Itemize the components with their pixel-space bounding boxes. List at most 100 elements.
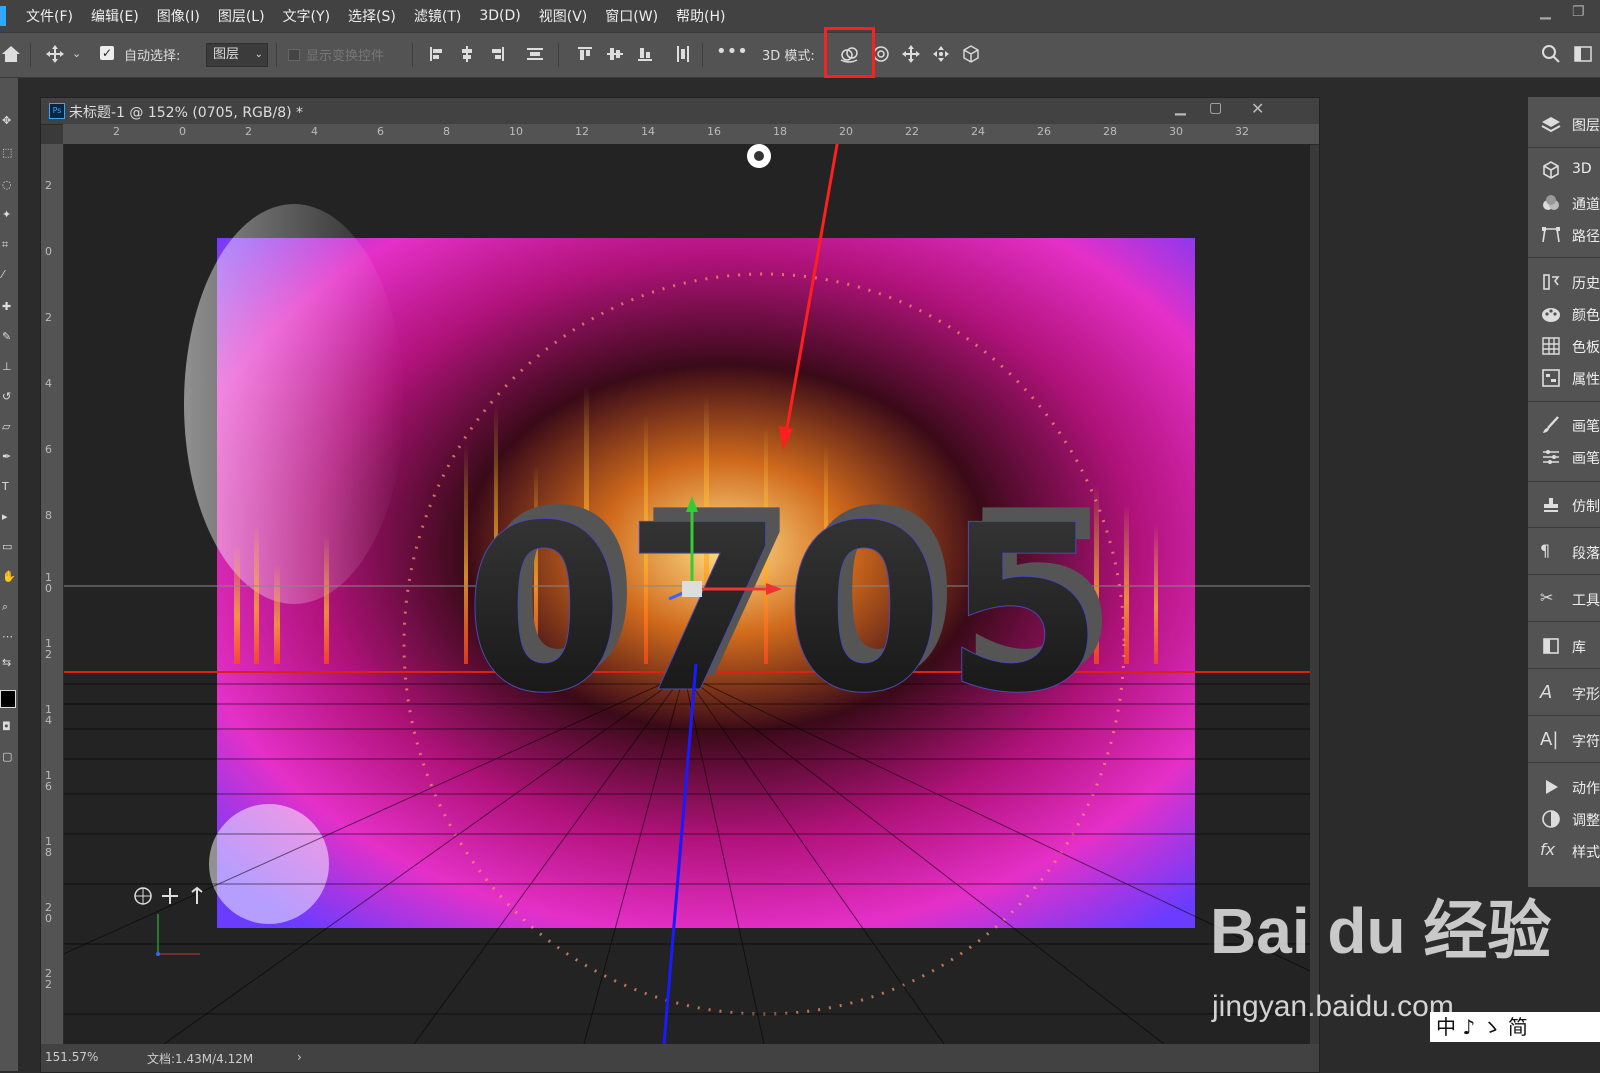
panel-brush-settings[interactable]: 画笔 <box>1528 444 1600 470</box>
foreground-color-swatch[interactable] <box>0 690 16 708</box>
slide-3d-camera-icon[interactable] <box>930 43 952 65</box>
eyedropper-tool-icon[interactable]: ⁄ <box>2 268 14 281</box>
marquee-tool-icon[interactable]: ⬚ <box>2 146 14 159</box>
panel-channels[interactable]: 通道 <box>1528 190 1600 216</box>
lasso-tool-icon[interactable]: ◌ <box>2 178 14 191</box>
screen-mode-icon[interactable]: ▢ <box>2 750 14 763</box>
panel-label: 字符 <box>1572 734 1600 750</box>
panel-swatches[interactable]: 色板 <box>1528 333 1600 359</box>
type-tool-icon[interactable]: T <box>2 480 14 493</box>
align-bottom-icon[interactable] <box>634 43 656 65</box>
pan-3d-camera-icon[interactable] <box>900 43 922 65</box>
move-tool-icon[interactable]: ✥ <box>2 114 14 127</box>
minimize-window-icon[interactable]: ▁ <box>1540 4 1551 20</box>
menu-select[interactable]: 选择(S) <box>348 6 396 26</box>
play-icon <box>1540 776 1562 798</box>
panel-properties[interactable]: 属性 <box>1528 365 1600 391</box>
home-icon[interactable] <box>0 43 22 65</box>
ruler-tick-label: 22 <box>905 125 919 138</box>
align-top-icon[interactable] <box>574 43 596 65</box>
menu-filter[interactable]: 滤镜(T) <box>414 6 461 26</box>
canvas-viewport[interactable]: 0705 0705 <box>64 144 1310 1044</box>
crop-tool-icon[interactable]: ⌗ <box>2 238 14 251</box>
pen-tool-icon[interactable]: ✒ <box>2 450 14 463</box>
show-transform-checkbox[interactable] <box>288 49 300 61</box>
path-select-tool-icon[interactable]: ▸ <box>2 510 14 523</box>
restore-window-icon[interactable]: ❐ <box>1572 4 1585 20</box>
panel-label: 属性 <box>1572 372 1600 388</box>
panel-label: 仿制 <box>1572 499 1600 515</box>
zoom-level[interactable]: 151.57% <box>45 1050 98 1064</box>
panel-character[interactable]: A| 字符 <box>1528 727 1600 753</box>
distribute-icon[interactable] <box>524 43 546 65</box>
3d-text-object[interactable]: 0705 <box>463 477 1104 745</box>
align-center-h-icon[interactable] <box>456 43 478 65</box>
healing-tool-icon[interactable]: ✚ <box>2 300 14 313</box>
panel-brushes[interactable]: 画笔 <box>1528 412 1600 438</box>
menu-help[interactable]: 帮助(H) <box>676 6 725 26</box>
align-left-icon[interactable] <box>426 43 448 65</box>
panel-libraries[interactable]: 库 <box>1528 633 1600 659</box>
chevron-right-icon[interactable]: › <box>297 1050 302 1064</box>
align-middle-v-icon[interactable] <box>604 43 626 65</box>
options-bar: ⌄ ✓ 自动选择: 图层 ⌄ 显示变换控件 ••• 3D 模式: <box>0 32 1600 78</box>
search-icon[interactable] <box>1540 43 1562 65</box>
brush-tool-icon[interactable]: ✎ <box>2 330 14 343</box>
document-tab[interactable]: Ps 未标题-1 @ 152% (0705, RGB/8) * ▁ ▢ ✕ <box>41 98 1319 125</box>
ruler-tick-label: 1 0 <box>45 571 52 595</box>
auto-select-dropdown[interactable]: 图层 ⌄ <box>206 43 268 67</box>
panel-paragraph[interactable]: ¶ 段落 <box>1528 539 1600 565</box>
panel-label: 色板 <box>1572 340 1600 356</box>
ime-text: 中 ♪ ゝ 简 <box>1436 1015 1528 1039</box>
hand-tool-icon[interactable]: ✋ <box>2 570 16 583</box>
maximize-doc-icon[interactable]: ▢ <box>1209 100 1222 116</box>
layers-icon <box>1540 113 1562 135</box>
panel-tool-presets[interactable]: ✂ 工具 <box>1528 586 1600 612</box>
ps-file-icon: Ps <box>49 103 65 119</box>
menu-window[interactable]: 窗口(W) <box>605 6 658 26</box>
light-source-icon[interactable] <box>747 144 771 168</box>
panel-color[interactable]: 颜色 <box>1528 301 1600 327</box>
swap-colors-icon[interactable]: ⇆ <box>2 656 14 669</box>
menu-view[interactable]: 视图(V) <box>539 6 588 26</box>
panel-styles[interactable]: fx 样式 <box>1528 838 1600 864</box>
scale-3d-camera-icon[interactable] <box>960 43 982 65</box>
panel-adjustments[interactable]: 调整 <box>1528 806 1600 832</box>
menu-3d[interactable]: 3D(D) <box>479 8 520 24</box>
auto-select-checkbox[interactable]: ✓ <box>100 46 114 60</box>
stamp-tool-icon[interactable]: ⊥ <box>2 360 14 373</box>
menu-edit[interactable]: 编辑(E) <box>91 6 139 26</box>
panel-paths[interactable]: 路径 <box>1528 222 1600 248</box>
workspace-icon[interactable] <box>1572 43 1594 65</box>
shape-tool-icon[interactable]: ▭ <box>2 540 14 553</box>
ime-status-bar[interactable]: 中 ♪ ゝ 简 <box>1430 1012 1600 1042</box>
brush-settings-icon <box>1540 446 1562 468</box>
eraser-tool-icon[interactable]: ▱ <box>2 420 14 433</box>
menu-layer[interactable]: 图层(L) <box>218 6 265 26</box>
auto-select-value: 图层 <box>213 47 240 62</box>
panel-history[interactable]: 历史 <box>1528 269 1600 295</box>
move-tool-icon[interactable] <box>44 43 66 65</box>
panel-actions[interactable]: 动作 <box>1528 774 1600 800</box>
panel-clone-source[interactable]: 仿制 <box>1528 492 1600 518</box>
menu-file[interactable]: 文件(F) <box>26 6 73 26</box>
character-icon: A| <box>1540 729 1559 750</box>
menu-type[interactable]: 文字(Y) <box>283 6 330 26</box>
ruler-tick-label: 2 <box>245 125 252 138</box>
quick-mask-icon[interactable]: ◘ <box>2 720 14 733</box>
close-doc-icon[interactable]: ✕ <box>1251 99 1264 118</box>
3d-scene[interactable]: 0705 0705 <box>64 144 1310 1044</box>
zoom-tool-icon[interactable]: ⌕ <box>2 600 14 613</box>
panel-glyphs[interactable]: A 字形 <box>1528 680 1600 706</box>
edit-toolbar-icon[interactable]: ⋯ <box>2 630 14 643</box>
chevron-down-icon[interactable]: ⌄ <box>72 47 94 69</box>
minimize-doc-icon[interactable]: ▁ <box>1175 100 1186 116</box>
magic-wand-tool-icon[interactable]: ✦ <box>2 208 14 221</box>
panel-3d[interactable]: 3D <box>1528 157 1600 183</box>
align-right-icon[interactable] <box>486 43 508 65</box>
more-options-icon[interactable]: ••• <box>716 41 748 63</box>
panel-layers[interactable]: 图层 <box>1528 111 1600 137</box>
distribute-v-icon[interactable] <box>672 43 694 65</box>
history-brush-tool-icon[interactable]: ↺ <box>2 390 14 403</box>
menu-image[interactable]: 图像(I) <box>157 6 200 26</box>
